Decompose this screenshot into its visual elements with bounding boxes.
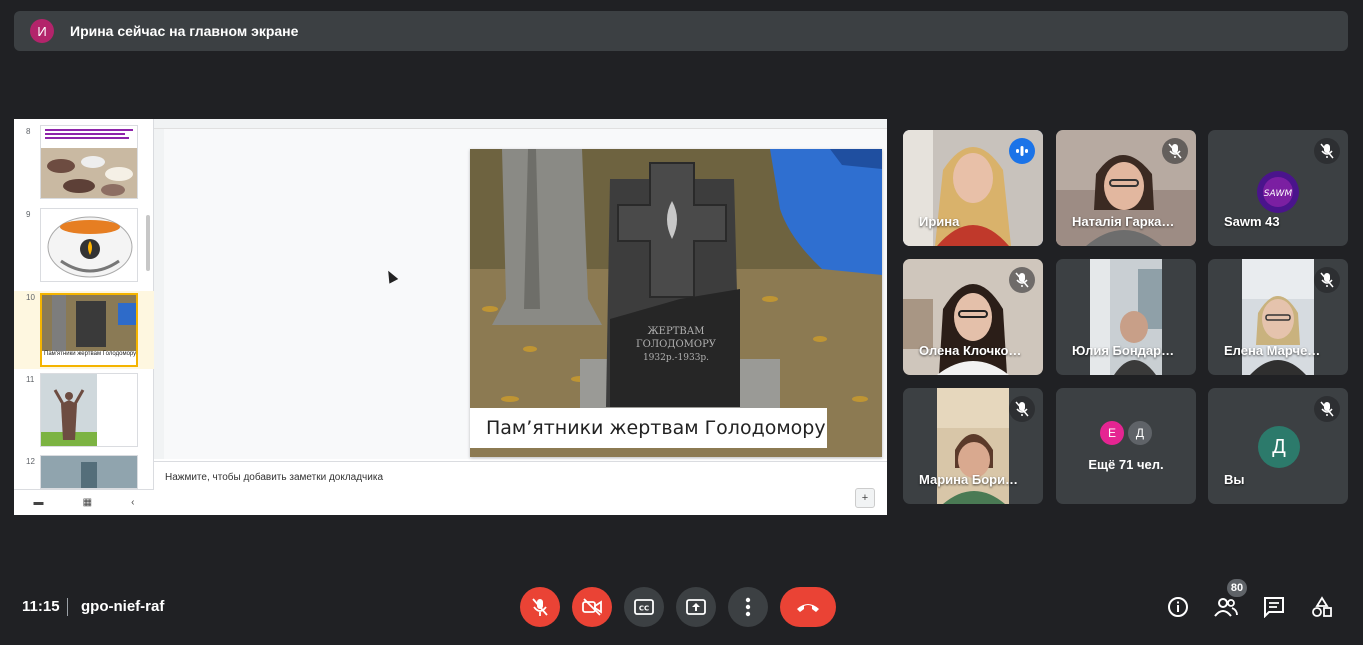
camera-off-icon: [582, 598, 602, 616]
slide-caption-box: Пам’ятники жертвам Голодомору: [470, 408, 827, 448]
monument-inscription-1: ЖЕРТВАМ: [647, 326, 704, 337]
activities-button[interactable]: [1309, 594, 1335, 620]
thumbnail-row[interactable]: 9: [14, 208, 154, 288]
present-screen-icon: [686, 599, 706, 615]
presenting-banner-text: Ирина сейчас на главном экране: [70, 23, 299, 39]
leave-call-button[interactable]: [780, 587, 836, 627]
speaking-indicator-icon: [1009, 138, 1035, 164]
self-tile[interactable]: Д Вы: [1208, 388, 1348, 504]
participant-avatar: Д: [1126, 419, 1154, 447]
thumbnail-number: 8: [26, 127, 31, 136]
hang-up-icon: [797, 604, 819, 612]
presenting-banner: И Ирина сейчас на главном экране: [14, 11, 1348, 51]
info-icon: [1168, 597, 1188, 617]
people-button[interactable]: [1213, 594, 1239, 620]
thumbnail-image: [41, 126, 137, 198]
present-now-button[interactable]: [676, 587, 716, 627]
participant-tile[interactable]: Елена Марче…: [1208, 259, 1348, 375]
current-slide: ЖЕРТВАМ ГОЛОДОМОРУ 1932р.-1933р. Пам’ятн…: [470, 149, 882, 457]
collapse-panel-icon[interactable]: ‹: [131, 497, 134, 508]
participant-name: Елена Марче…: [1224, 343, 1321, 358]
monument-inscription-2: ГОЛОДОМОРУ: [636, 339, 717, 350]
horizontal-ruler: [154, 119, 887, 129]
mic-off-icon: [1009, 267, 1035, 293]
thumbnail-image: [41, 456, 137, 488]
people-icon: [1214, 598, 1238, 617]
slide-thumbnail[interactable]: [40, 373, 138, 447]
participant-name: Наталія Гарка…: [1072, 214, 1175, 229]
participant-avatar: Е: [1098, 419, 1126, 447]
thumbnail-number: 12: [26, 457, 35, 466]
closed-captions-icon: CC: [634, 599, 654, 615]
screen-share[interactable]: 8 9 10 Пам'ятники жертвам Голодомору 11 …: [14, 119, 887, 515]
mic-off-icon: [1314, 267, 1340, 293]
mic-off-icon: [1314, 396, 1340, 422]
sawm-logo-avatar: SAWM: [1257, 171, 1299, 213]
mouse-cursor: [383, 268, 399, 284]
thumbnail-row[interactable]: 11: [14, 373, 154, 453]
mic-off-icon: [1009, 396, 1035, 422]
chat-button[interactable]: [1261, 594, 1287, 620]
thumbnail-scrollbar[interactable]: [146, 215, 150, 271]
more-participants-label: Ещё 71 чел.: [1088, 457, 1164, 472]
slide-canvas: ЖЕРТВАМ ГОЛОДОМОРУ 1932р.-1933р. Пам’ятн…: [164, 129, 887, 459]
mic-off-icon: [1314, 138, 1340, 164]
microphone-toggle-button[interactable]: [520, 587, 560, 627]
svg-text:SAWM: SAWM: [1264, 189, 1293, 199]
participant-name: Sawm 43: [1224, 214, 1280, 229]
slide-thumbnail[interactable]: [40, 208, 138, 282]
participant-tile[interactable]: Марина Бори…: [903, 388, 1043, 504]
participant-tile[interactable]: Юлия Бондар…: [1056, 259, 1196, 375]
participant-name: Олена Клочко…: [919, 343, 1022, 358]
svg-text:CC: CC: [639, 605, 649, 613]
meeting-code: gpo-nief-raf: [81, 598, 165, 615]
speaker-notes[interactable]: Нажмите, чтобы добавить заметки докладчи…: [154, 461, 887, 515]
thumbnail-row[interactable]: 8: [14, 125, 154, 205]
captions-button[interactable]: CC: [624, 587, 664, 627]
thumbnail-row-selected[interactable]: 10 Пам'ятники жертвам Голодомору: [14, 291, 154, 369]
activities-icon: [1312, 596, 1332, 617]
participant-tile[interactable]: Олена Клочко…: [903, 259, 1043, 375]
vertical-ruler: [154, 129, 164, 459]
mic-off-icon: [532, 598, 548, 616]
list-view-icon[interactable]: ▬: [34, 497, 44, 508]
add-comment-icon[interactable]: +: [855, 488, 875, 508]
participant-name: Ирина: [919, 214, 960, 229]
more-options-button[interactable]: [728, 587, 768, 627]
meeting-details-button[interactable]: [1165, 594, 1191, 620]
participant-name: Вы: [1224, 472, 1245, 487]
speaker-notes-placeholder: Нажмите, чтобы добавить заметки докладчи…: [165, 472, 384, 483]
monument-inscription-3: 1932р.-1933р.: [643, 353, 709, 363]
participant-tile-irina[interactable]: Ирина: [903, 130, 1043, 246]
thumbnail-caption: Пам'ятники жертвам Голодомору: [44, 351, 137, 357]
meeting-time: 11:15: [22, 598, 60, 615]
slide-thumbnail[interactable]: [40, 125, 138, 199]
divider: [67, 598, 68, 616]
slide-caption: Пам’ятники жертвам Голодомору: [486, 417, 826, 439]
participant-name: Марина Бори…: [919, 472, 1019, 487]
presenter-avatar: И: [30, 19, 54, 43]
thumbnail-number: 9: [26, 210, 31, 219]
thumbnail-number: 11: [26, 375, 35, 384]
participant-name: Юлия Бондар…: [1072, 343, 1175, 358]
slide-thumbnail-panel: 8 9 10 Пам'ятники жертвам Голодомору 11 …: [14, 119, 154, 515]
thumbnail-panel-toolbar: ▬ ▦ ‹: [14, 489, 154, 515]
self-avatar: Д: [1258, 426, 1300, 468]
mic-off-icon: [1162, 138, 1188, 164]
slide-thumbnail[interactable]: [40, 455, 138, 489]
people-count-badge: 80: [1227, 579, 1247, 597]
more-vertical-icon: [745, 597, 751, 617]
participant-tile[interactable]: SAWM Sawm 43: [1208, 130, 1348, 246]
more-participants-tile[interactable]: Е Д Ещё 71 чел.: [1056, 388, 1196, 504]
thumbnail-number: 10: [26, 293, 35, 302]
camera-toggle-button[interactable]: [572, 587, 612, 627]
chat-icon: [1264, 597, 1284, 618]
thumbnail-image: [47, 216, 133, 278]
participant-tile[interactable]: Наталія Гарка…: [1056, 130, 1196, 246]
grid-view-icon[interactable]: ▦: [83, 497, 92, 508]
thumbnail-image: [41, 374, 97, 446]
